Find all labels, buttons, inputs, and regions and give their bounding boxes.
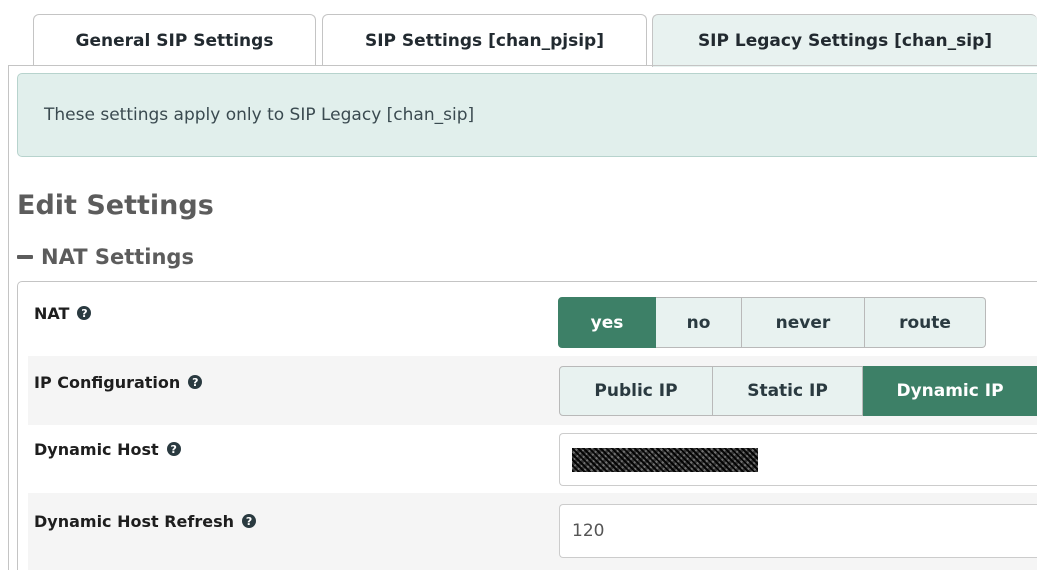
ip-option-dynamic-ip[interactable]: Dynamic IP: [863, 366, 1037, 416]
dynamic-host-input[interactable]: [559, 433, 1037, 486]
alert-text: These settings apply only to SIP Legacy …: [44, 105, 475, 125]
dynamic-host-refresh-label-text: Dynamic Host Refresh: [34, 511, 235, 531]
info-alert: These settings apply only to SIP Legacy …: [17, 73, 1037, 157]
dynamic-host-refresh-input[interactable]: 120: [559, 504, 1037, 558]
minus-icon: [17, 255, 33, 259]
settings-tabs: General SIP Settings SIP Settings [chan_…: [0, 0, 1037, 67]
nat-radio-group: yes no never route: [558, 297, 986, 348]
tab-divider: [8, 65, 1037, 66]
nat-label: NAT ?: [34, 302, 92, 324]
help-icon[interactable]: ?: [77, 306, 92, 320]
tab-sip-legacy-settings-chan-sip[interactable]: SIP Legacy Settings [chan_sip]: [652, 14, 1037, 67]
redacted-value: [572, 447, 758, 472]
dynamic-host-refresh-label: Dynamic Host Refresh ?: [34, 510, 257, 532]
nat-settings-section-toggle[interactable]: NAT Settings: [17, 241, 194, 273]
ip-option-public-ip[interactable]: Public IP: [559, 366, 713, 416]
nat-option-route[interactable]: route: [865, 297, 986, 348]
help-icon[interactable]: ?: [166, 442, 181, 456]
help-icon[interactable]: ?: [242, 514, 257, 528]
ip-configuration-radio-group: Public IP Static IP Dynamic IP: [559, 366, 1037, 416]
tab-sip-settings-chan-pjsip[interactable]: SIP Settings [chan_pjsip]: [322, 14, 647, 66]
nat-option-yes[interactable]: yes: [558, 297, 656, 348]
ip-configuration-label: IP Configuration ?: [34, 371, 203, 393]
tab-general-sip-settings[interactable]: General SIP Settings: [33, 14, 316, 66]
content-border: [8, 65, 9, 570]
page-title: Edit Settings: [17, 190, 214, 221]
ip-option-static-ip[interactable]: Static IP: [713, 366, 863, 416]
help-icon[interactable]: ?: [188, 375, 203, 389]
ip-configuration-label-text: IP Configuration: [34, 372, 181, 392]
dynamic-host-label-text: Dynamic Host: [34, 439, 159, 459]
dynamic-host-label: Dynamic Host ?: [34, 438, 181, 460]
dynamic-host-refresh-value: 120: [572, 521, 605, 541]
nat-option-never[interactable]: never: [742, 297, 865, 348]
nat-option-no[interactable]: no: [656, 297, 742, 348]
section-title: NAT Settings: [41, 245, 194, 269]
nat-label-text: NAT: [34, 303, 70, 323]
